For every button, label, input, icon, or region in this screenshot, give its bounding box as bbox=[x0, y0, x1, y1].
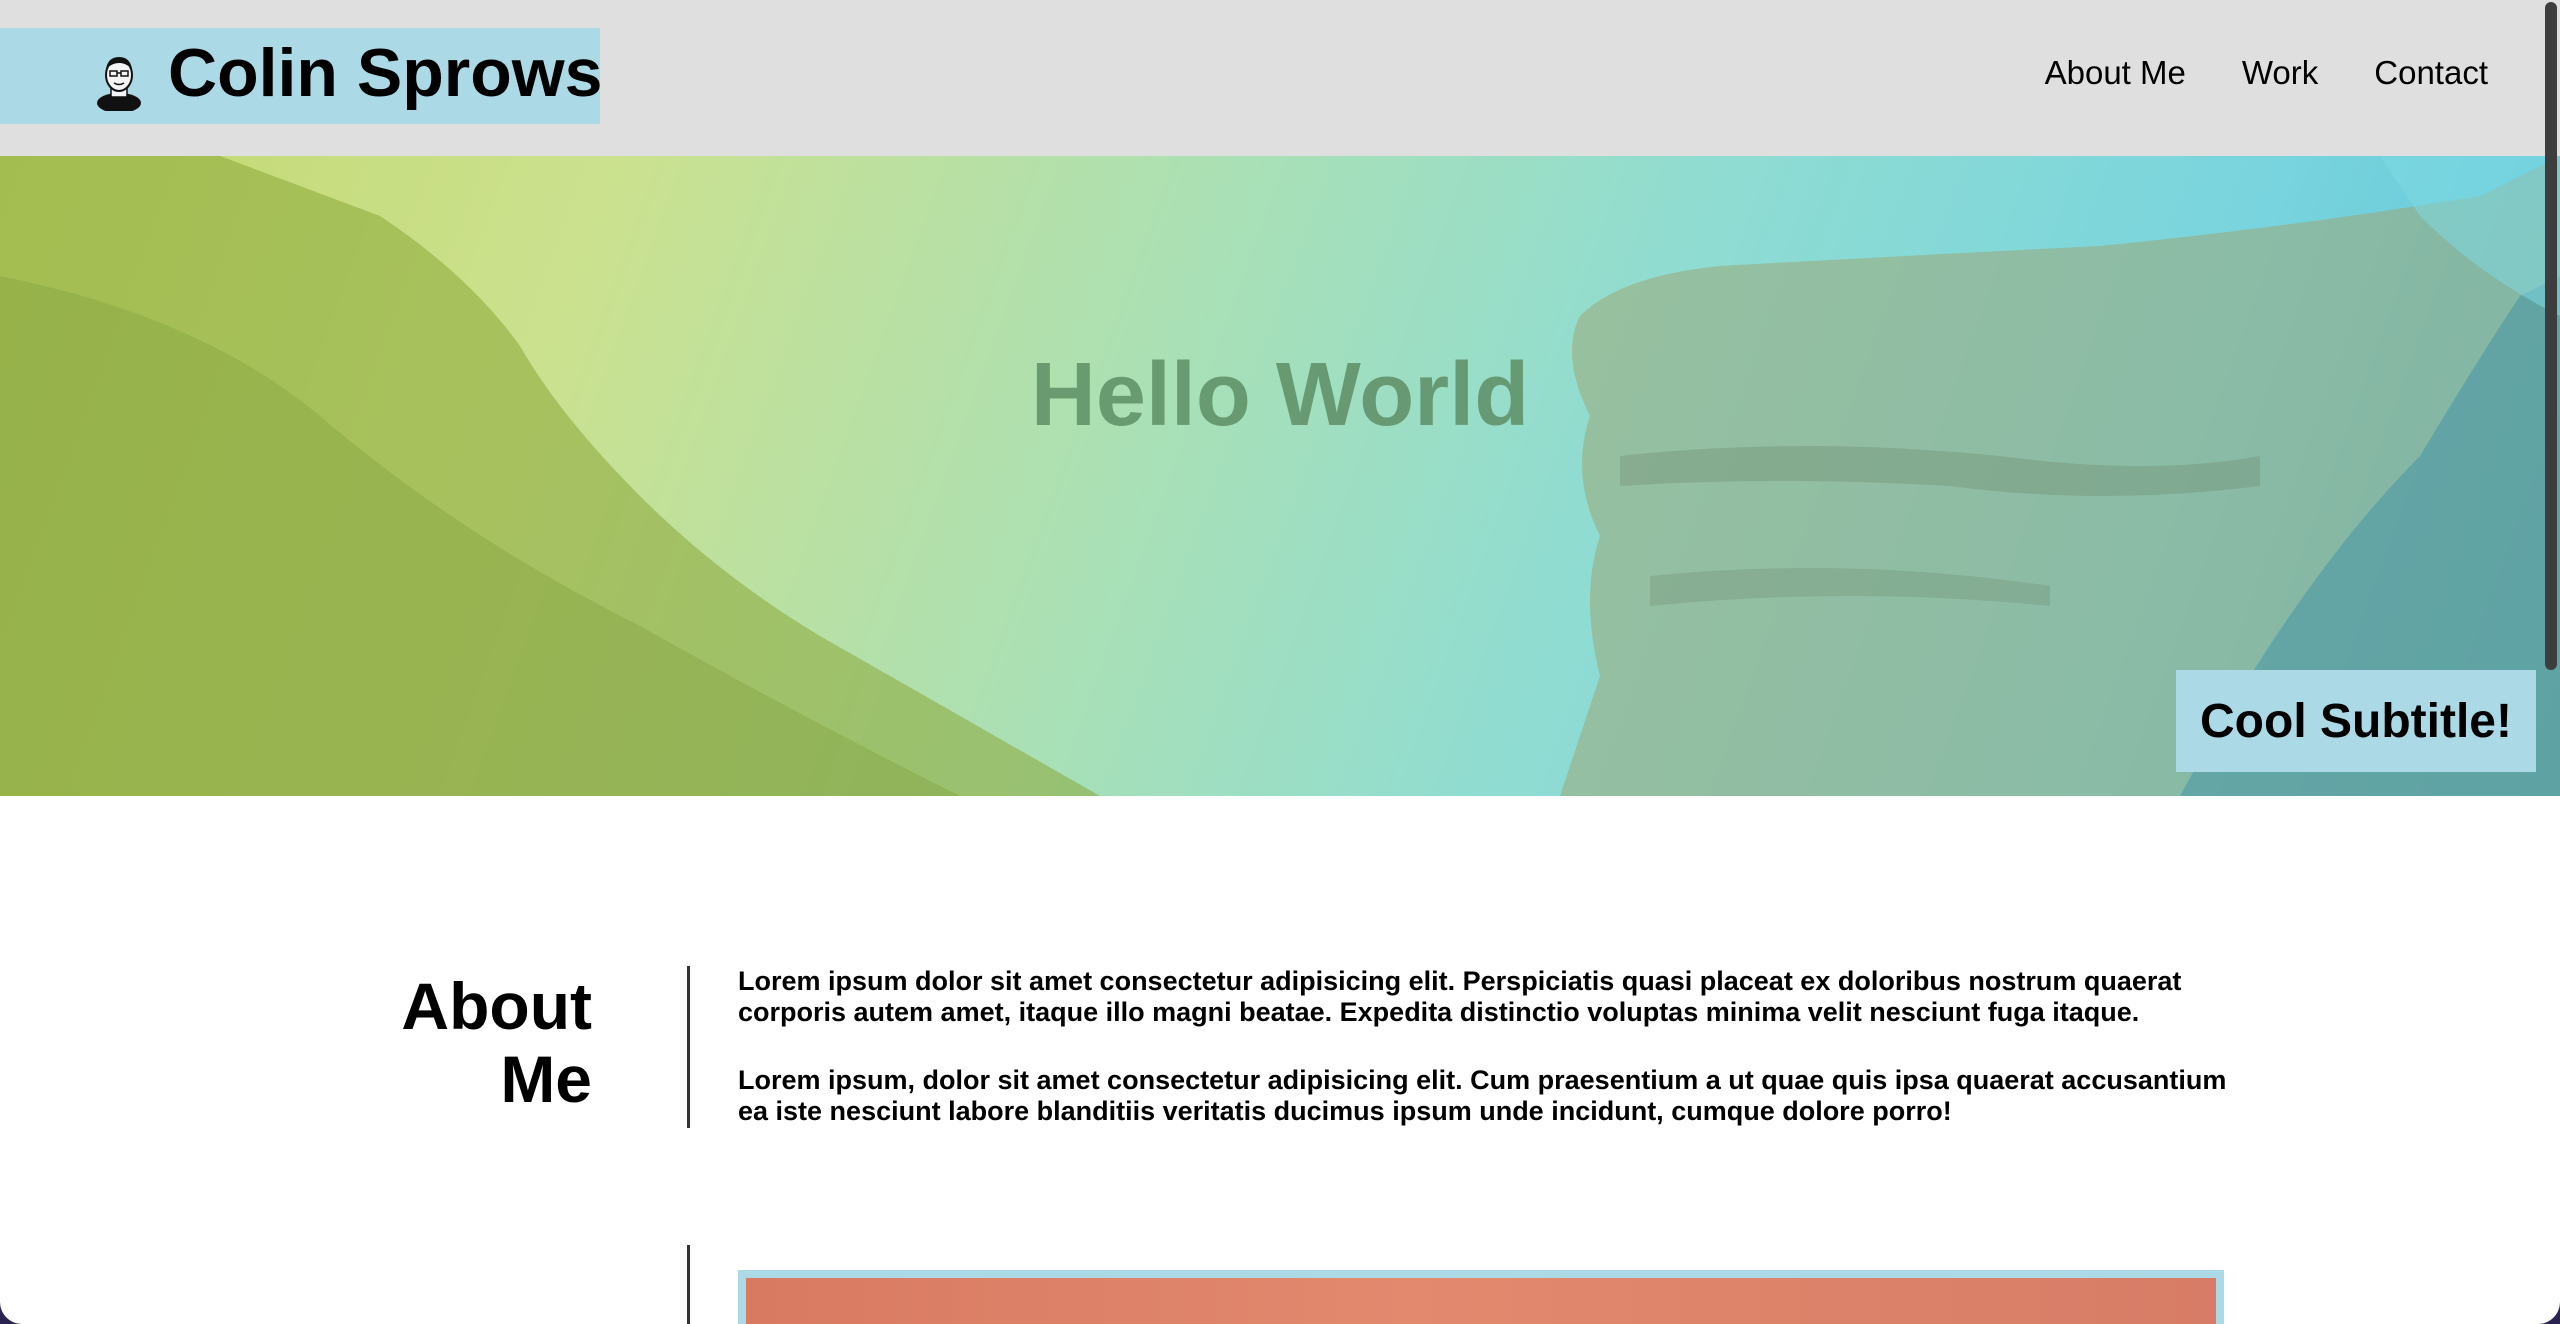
avatar-icon bbox=[97, 57, 141, 111]
about-heading: About Me bbox=[350, 970, 592, 1115]
nav-about-me[interactable]: About Me bbox=[2045, 54, 2186, 92]
brand-name[interactable]: Colin Sprows bbox=[168, 36, 602, 111]
about-heading-line1: About bbox=[401, 969, 592, 1043]
nav-contact[interactable]: Contact bbox=[2374, 54, 2488, 92]
about-paragraph-2: Lorem ipsum, dolor sit amet consectetur … bbox=[738, 1064, 2227, 1126]
scrollbar-thumb[interactable] bbox=[2545, 2, 2557, 670]
scrollbar-track[interactable] bbox=[2542, 0, 2560, 1324]
main-nav: About Me Work Contact bbox=[2045, 54, 2488, 92]
about-divider bbox=[687, 966, 690, 1128]
hero-banner: Hello World Cool Subtitle! bbox=[0, 156, 2560, 796]
work-divider bbox=[687, 1245, 690, 1324]
browser-page: Colin Sprows About Me Work Contact Hello… bbox=[0, 0, 2560, 1324]
hero-subtitle: Cool Subtitle! bbox=[2200, 694, 2512, 748]
nav-work[interactable]: Work bbox=[2242, 54, 2318, 92]
about-text: Lorem ipsum dolor sit amet consectetur a… bbox=[738, 966, 2228, 1163]
subtitle-box: Cool Subtitle! bbox=[2176, 670, 2536, 772]
work-image bbox=[746, 1278, 2216, 1324]
brand-block[interactable]: Colin Sprows bbox=[0, 28, 602, 124]
about-paragraph-1: Lorem ipsum dolor sit amet consectetur a… bbox=[738, 966, 2182, 1028]
site-header: Colin Sprows About Me Work Contact bbox=[0, 0, 2560, 156]
work-card[interactable] bbox=[738, 1270, 2224, 1324]
about-heading-line2: Me bbox=[500, 1041, 592, 1116]
hero-title: Hello World bbox=[1030, 345, 1530, 445]
